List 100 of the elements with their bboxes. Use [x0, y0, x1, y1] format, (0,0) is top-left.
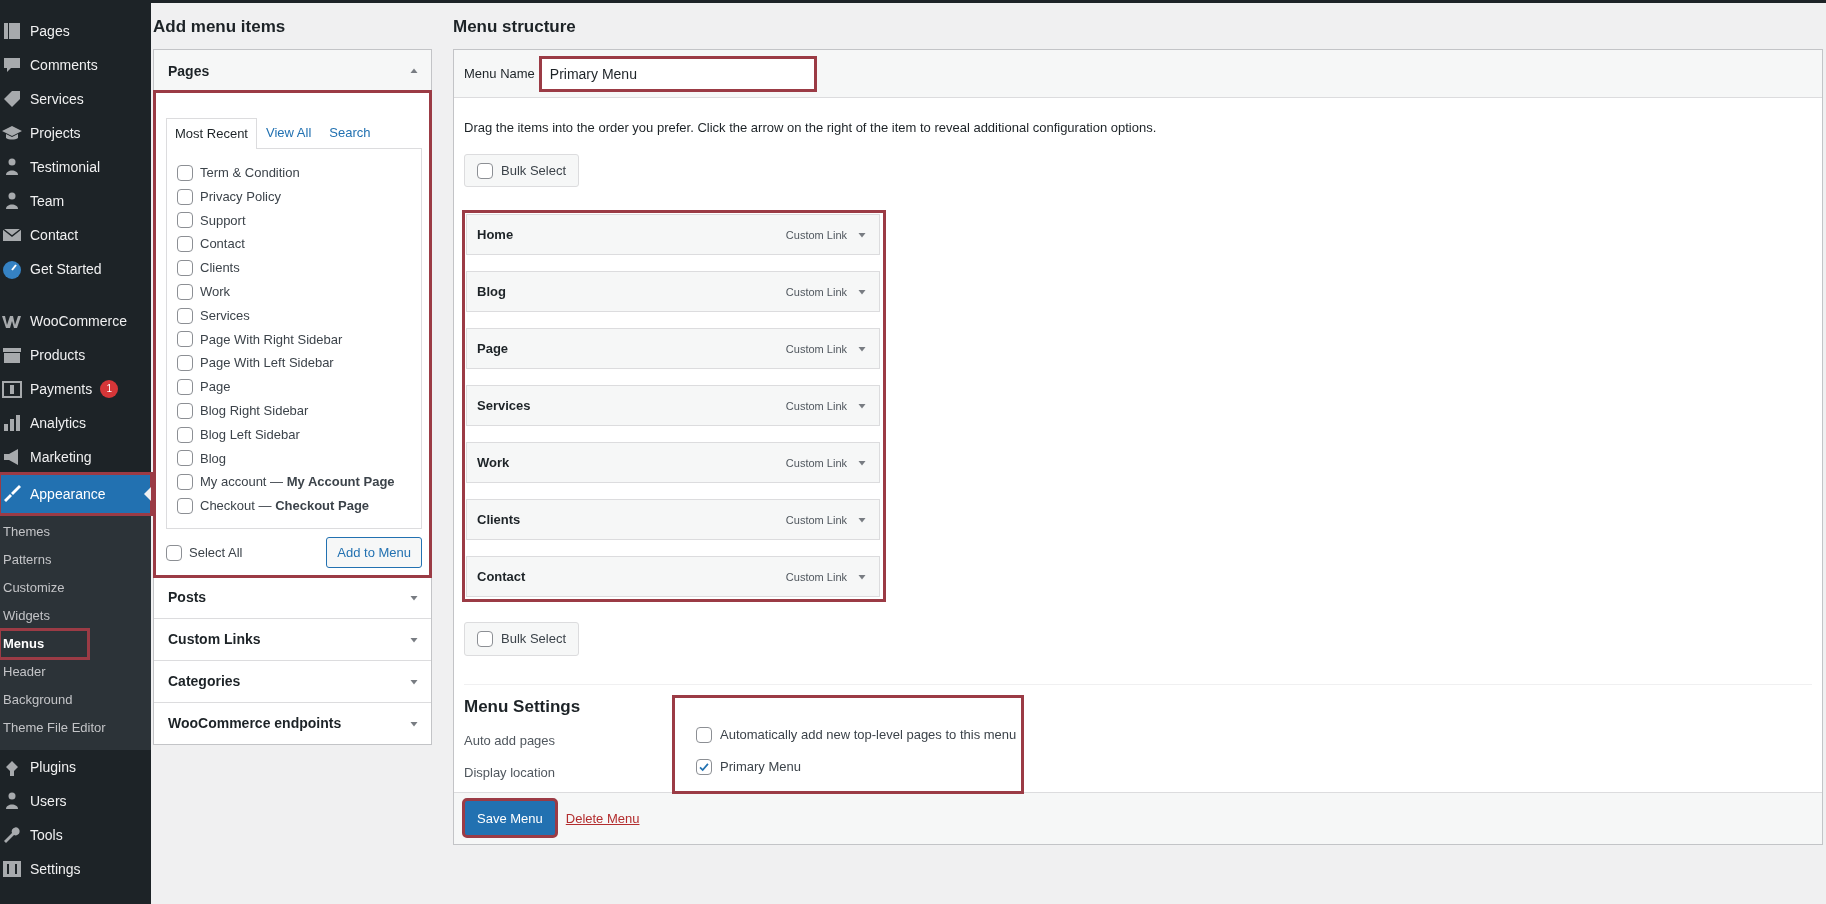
accordion-header[interactable]: Posts: [154, 576, 431, 619]
archive-box-icon: [2, 345, 22, 365]
checkbox[interactable]: [177, 378, 193, 395]
checkbox-label: Term & Condition: [200, 164, 300, 183]
setting-label: Auto add pages: [464, 732, 557, 751]
checkbox-label: Support: [200, 211, 246, 230]
item-type-label: Custom Link: [785, 569, 847, 585]
checkbox-label: Checkout — Checkout Page: [200, 497, 370, 516]
menu-item-bar[interactable]: Home Custom Link: [466, 214, 880, 256]
checkbox[interactable]: [166, 544, 182, 561]
checkbox-label: Work: [200, 283, 231, 301]
add-to-menu-button[interactable]: Add to Menu: [326, 536, 422, 569]
menu-item-title: Work: [477, 454, 511, 473]
sidebar-item[interactable]: Settings: [0, 852, 151, 886]
tab[interactable]: Search: [320, 117, 380, 148]
checkbox-label: Automatically add new top-level pages to this menu: [720, 726, 1017, 745]
checkbox[interactable]: [696, 726, 712, 743]
submenu-item[interactable]: Widgets: [0, 602, 88, 630]
delete-menu-link[interactable]: Delete Menu: [565, 808, 640, 829]
sidebar-item[interactable]: Testimonial: [0, 150, 151, 184]
menu-item-title: Services: [477, 397, 532, 416]
menu-item-title: Blog: [477, 283, 507, 302]
submenu-item[interactable]: Menus: [0, 630, 88, 658]
sidebar-item[interactable]: Payments 1: [0, 372, 151, 406]
checkbox-label: Blog: [200, 449, 227, 468]
sidebar-item[interactable]: Pages: [0, 14, 151, 48]
section-title: Add menu items: [153, 17, 287, 38]
checkbox[interactable]: [177, 212, 193, 229]
sidebar-item[interactable]: Marketing: [0, 440, 151, 474]
submenu-item[interactable]: Customize: [0, 574, 88, 602]
submenu-item[interactable]: Background: [0, 686, 88, 714]
checkbox[interactable]: [177, 236, 193, 253]
instruction-text: Drag the items into the order you prefer. Click the arrow on the right of the item to reveal additional configuration options.: [464, 119, 1158, 138]
checkbox[interactable]: [177, 188, 193, 205]
sidebar-item[interactable]: WooCommerce: [0, 304, 151, 338]
accordion-header[interactable]: Pages: [154, 50, 431, 93]
sidebar-item[interactable]: Contact: [0, 218, 151, 252]
checkbox[interactable]: [177, 402, 193, 419]
item-type-label: Custom Link: [785, 398, 847, 414]
menu-name-field[interactable]: Primary Menu: [540, 57, 815, 90]
sidebar-item[interactable]: Get Started: [0, 252, 151, 286]
submenu-item[interactable]: Theme File Editor: [0, 714, 108, 742]
item-type-label: Custom Link: [785, 341, 847, 357]
checkbox-label: Blog Left Sidebar: [200, 425, 300, 444]
tab[interactable]: View All: [257, 117, 321, 148]
submenu-item[interactable]: Header: [0, 658, 88, 686]
checkbox[interactable]: [177, 307, 193, 324]
submenu-item[interactable]: Themes: [0, 518, 88, 546]
checkbox-label: My account — My Account Page: [200, 473, 395, 492]
checkbox[interactable]: [177, 283, 193, 300]
checkbox-label: Clients: [200, 259, 240, 278]
checkbox[interactable]: [477, 162, 493, 179]
item-type-label: Custom Link: [785, 512, 847, 528]
checkbox-label: Privacy Policy: [200, 187, 281, 206]
menu-item-bar[interactable]: Contact Custom Link: [466, 556, 880, 598]
sidebar-item[interactable]: Appearance: [0, 474, 151, 514]
sidebar-item[interactable]: Analytics: [0, 406, 151, 440]
checkbox[interactable]: [177, 474, 193, 491]
field-label: Menu Name: [464, 65, 535, 84]
item-type-label: Custom Link: [785, 227, 847, 243]
checkbox-label: Page With Right Sidebar: [200, 330, 343, 349]
sidebar-item[interactable]: Comments: [0, 48, 151, 82]
checkbox[interactable]: [177, 164, 193, 181]
menu-item-title: Page: [477, 340, 510, 359]
tag-icon: [2, 89, 22, 109]
item-type-label: Custom Link: [785, 455, 847, 471]
sidebar-item[interactable]: Tools: [0, 818, 151, 852]
accordion-header[interactable]: Custom Links: [154, 618, 431, 661]
accordion-header[interactable]: WooCommerce endpoints: [154, 702, 431, 745]
checkbox[interactable]: [177, 259, 193, 276]
sidebar-item[interactable]: Products: [0, 338, 151, 372]
checkbox[interactable]: [177, 331, 193, 348]
tab[interactable]: Most Recent: [166, 118, 257, 149]
menu-item-title: Home: [477, 226, 515, 245]
menu-item-bar[interactable]: Page Custom Link: [466, 328, 880, 370]
save-menu-button[interactable]: Save Menu: [464, 800, 556, 837]
menu-item-title: Clients: [477, 511, 522, 530]
sidebar-item[interactable]: Team: [0, 184, 151, 218]
checkbox[interactable]: [177, 450, 193, 467]
checkbox-label: Page With Left Sidebar: [200, 354, 334, 373]
sidebar-item[interactable]: Plugins: [0, 750, 151, 784]
gauge-icon: [2, 259, 22, 279]
checkbox[interactable]: [696, 758, 712, 775]
bulk-select-button[interactable]: Bulk Select: [464, 622, 580, 656]
speech-bubble-icon: [2, 55, 22, 75]
checkbox[interactable]: [177, 426, 193, 443]
submenu-item[interactable]: Patterns: [0, 546, 88, 574]
sidebar-item[interactable]: Users: [0, 784, 151, 818]
sidebar-item[interactable]: Projects: [0, 116, 151, 150]
menu-item-bar[interactable]: Clients Custom Link: [466, 499, 880, 541]
bulk-select-button[interactable]: Bulk Select: [464, 153, 580, 188]
checkbox[interactable]: [177, 355, 193, 372]
menu-item-bar[interactable]: Services Custom Link: [466, 385, 880, 427]
setting-label: Display location: [464, 764, 557, 783]
sidebar-item[interactable]: Services: [0, 82, 151, 116]
menu-item-bar[interactable]: Blog Custom Link: [466, 271, 880, 313]
accordion-header[interactable]: Categories: [154, 660, 431, 703]
checkbox[interactable]: [177, 497, 193, 514]
checkbox[interactable]: [477, 631, 493, 648]
menu-item-bar[interactable]: Work Custom Link: [466, 442, 880, 484]
